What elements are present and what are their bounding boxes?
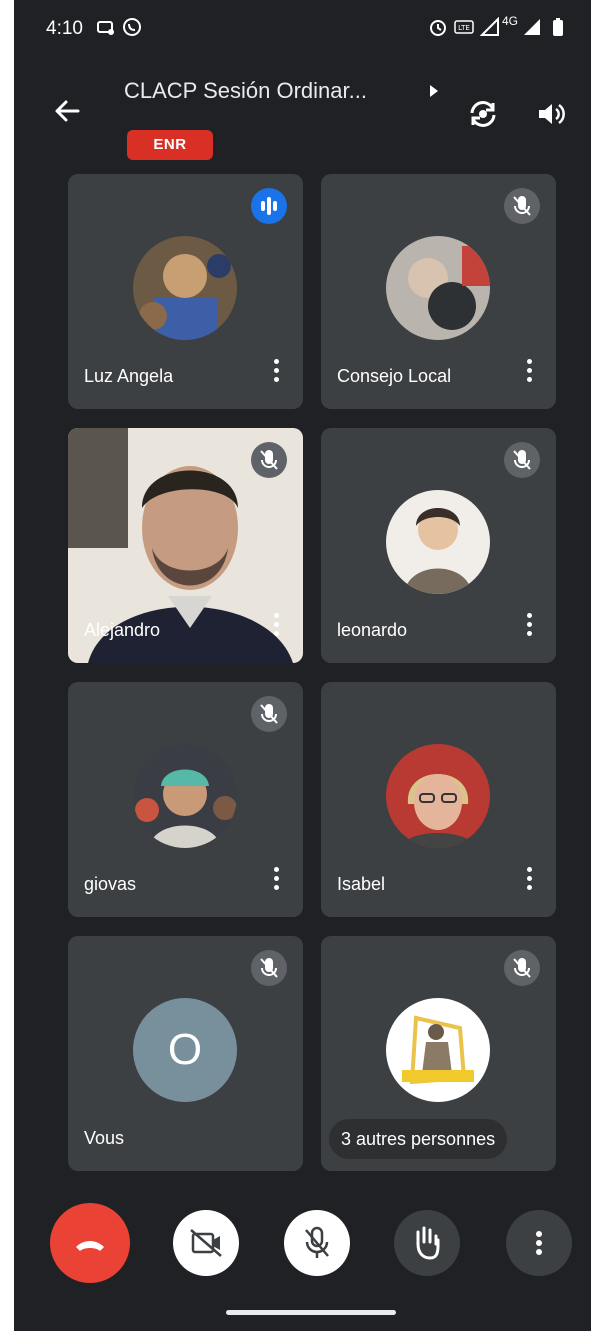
whatsapp-icon — [123, 18, 141, 36]
hand-icon — [416, 1226, 440, 1260]
participant-name: leonardo — [337, 620, 408, 640]
participant-name: Isabel — [337, 874, 386, 894]
more-vert-icon[interactable] — [271, 613, 281, 643]
meet-app: 4:10 LTE 4G CLACP Sesión Ordinar... ENR … — [14, 0, 591, 1331]
participant-name: Vous — [84, 1128, 125, 1148]
participant-tile[interactable]: Isabel — [321, 682, 556, 917]
phone-hangup-icon — [76, 1241, 104, 1251]
mic-off-icon — [251, 696, 287, 732]
avatar — [386, 744, 490, 848]
status-time: 4:10 — [46, 18, 83, 39]
signal-strong-icon — [524, 19, 540, 35]
speaker-icon[interactable] — [534, 97, 568, 131]
more-vert-icon — [536, 1231, 542, 1255]
mic-off-icon — [504, 188, 540, 224]
recording-badge: ENR — [127, 130, 213, 160]
camera-toggle-button[interactable] — [173, 1210, 239, 1276]
home-indicator[interactable] — [226, 1310, 396, 1315]
signal-icon — [480, 17, 499, 36]
raise-hand-button[interactable] — [394, 1210, 460, 1276]
battery-icon — [553, 18, 563, 36]
participant-tile[interactable]: Alejandro — [68, 428, 303, 663]
participant-tile[interactable]: Luz Angela — [68, 174, 303, 409]
avatar-initial: O — [133, 998, 237, 1102]
expand-right-icon[interactable] — [426, 83, 442, 99]
mic-off-icon — [504, 950, 540, 986]
end-call-button[interactable] — [50, 1203, 130, 1283]
cast-icon — [97, 21, 114, 35]
speaking-indicator-icon — [251, 188, 287, 224]
status-bar: 4:10 LTE 4G — [14, 0, 591, 62]
participant-tile[interactable]: Consejo Local — [321, 174, 556, 409]
volte-icon: LTE — [454, 20, 474, 34]
more-options-button[interactable] — [506, 1210, 572, 1276]
more-vert-icon[interactable] — [271, 359, 281, 389]
avatar — [133, 744, 237, 848]
avatar — [133, 236, 237, 340]
mic-off-icon — [251, 950, 287, 986]
svg-text:LTE: LTE — [458, 24, 470, 32]
participant-name: Alejandro — [84, 620, 161, 640]
avatar — [386, 236, 490, 340]
participant-name: giovas — [84, 874, 137, 894]
more-vert-icon[interactable] — [524, 867, 534, 897]
others-count-label: 3 autres personnes — [329, 1119, 508, 1159]
back-arrow-icon[interactable] — [52, 96, 82, 126]
participant-tile[interactable]: giovas — [68, 682, 303, 917]
avatar — [386, 998, 490, 1102]
participant-name: Luz Angela — [84, 366, 174, 386]
microphone-toggle-button[interactable] — [284, 1210, 350, 1276]
mic-off-icon — [305, 1226, 329, 1258]
avatar — [386, 490, 490, 594]
more-vert-icon[interactable] — [271, 867, 281, 897]
more-vert-icon[interactable] — [524, 613, 534, 643]
participant-name: Consejo Local — [337, 366, 452, 386]
alarm-icon — [430, 20, 446, 36]
mic-off-icon — [504, 442, 540, 478]
participant-tile[interactable]: leonardo — [321, 428, 556, 663]
others-tile[interactable]: 3 autres personnes — [321, 936, 556, 1171]
more-vert-icon[interactable] — [524, 359, 534, 389]
mic-off-icon — [251, 442, 287, 478]
self-tile[interactable]: O Vous — [68, 936, 303, 1171]
switch-camera-icon[interactable] — [466, 97, 500, 131]
camera-off-icon — [190, 1229, 222, 1257]
meeting-title[interactable]: CLACP Sesión Ordinar... — [124, 78, 424, 108]
network-type: 4G — [502, 14, 519, 28]
